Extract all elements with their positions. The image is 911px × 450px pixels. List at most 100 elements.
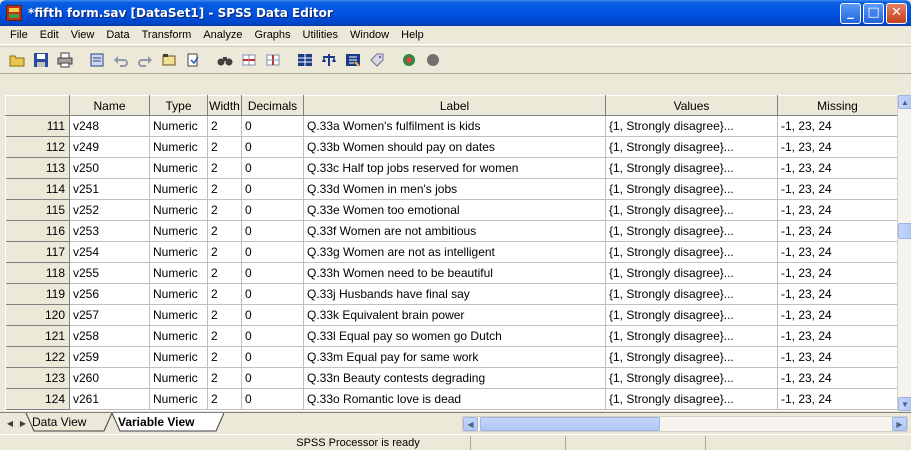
- cell-name[interactable]: v256: [69, 283, 150, 305]
- column-header-name[interactable]: Name: [69, 95, 150, 116]
- undo-icon[interactable]: [110, 50, 131, 70]
- cell-type[interactable]: Numeric: [149, 178, 208, 200]
- cell-name[interactable]: v253: [69, 220, 150, 242]
- redo-icon[interactable]: [134, 50, 155, 70]
- cell-values[interactable]: {1, Strongly disagree}...: [605, 262, 778, 284]
- menu-view[interactable]: View: [65, 29, 101, 41]
- dialog-recall-icon[interactable]: [86, 50, 107, 70]
- cell-width[interactable]: 2: [207, 325, 242, 347]
- cell-values[interactable]: {1, Strongly disagree}...: [605, 388, 778, 410]
- menu-help[interactable]: Help: [395, 29, 430, 41]
- cell-values[interactable]: {1, Strongly disagree}...: [605, 199, 778, 221]
- cell-values[interactable]: {1, Strongly disagree}...: [605, 115, 778, 137]
- insert-cases-icon[interactable]: [238, 50, 259, 70]
- row-number[interactable]: 115: [5, 199, 70, 221]
- cell-missing[interactable]: -1, 23, 24: [777, 325, 897, 347]
- row-number[interactable]: 120: [5, 304, 70, 326]
- row-number[interactable]: 111: [5, 115, 70, 137]
- cell-type[interactable]: Numeric: [149, 388, 208, 410]
- use-sets-icon[interactable]: [398, 50, 419, 70]
- cell-type[interactable]: Numeric: [149, 346, 208, 368]
- cell-width[interactable]: 2: [207, 367, 242, 389]
- scroll-left-arrow-icon[interactable]: ◀: [463, 417, 478, 431]
- row-number[interactable]: 124: [5, 388, 70, 410]
- corner-header[interactable]: [5, 95, 70, 116]
- row-number[interactable]: 112: [5, 136, 70, 158]
- cell-missing[interactable]: -1, 23, 24: [777, 283, 897, 305]
- maximize-button[interactable]: □: [863, 3, 884, 24]
- cell-values[interactable]: {1, Strongly disagree}...: [605, 220, 778, 242]
- cell-decimals[interactable]: 0: [241, 304, 304, 326]
- cell-values[interactable]: {1, Strongly disagree}...: [605, 325, 778, 347]
- print-icon[interactable]: [54, 50, 75, 70]
- cell-missing[interactable]: -1, 23, 24: [777, 262, 897, 284]
- cell-type[interactable]: Numeric: [149, 199, 208, 221]
- cell-values[interactable]: {1, Strongly disagree}...: [605, 367, 778, 389]
- cell-missing[interactable]: -1, 23, 24: [777, 346, 897, 368]
- insert-variable-icon[interactable]: [262, 50, 283, 70]
- cell-decimals[interactable]: 0: [241, 346, 304, 368]
- cell-name[interactable]: v254: [69, 241, 150, 263]
- cell-type[interactable]: Numeric: [149, 220, 208, 242]
- cell-label[interactable]: Q.33a Women's fulfilment is kids: [303, 115, 606, 137]
- cell-width[interactable]: 2: [207, 346, 242, 368]
- tab-data-view[interactable]: Data View: [32, 415, 86, 429]
- cell-values[interactable]: {1, Strongly disagree}...: [605, 178, 778, 200]
- cell-type[interactable]: Numeric: [149, 262, 208, 284]
- column-header-values[interactable]: Values: [605, 95, 778, 116]
- cell-values[interactable]: {1, Strongly disagree}...: [605, 241, 778, 263]
- cell-values[interactable]: {1, Strongly disagree}...: [605, 136, 778, 158]
- menu-transform[interactable]: Transform: [136, 29, 198, 41]
- row-number[interactable]: 113: [5, 157, 70, 179]
- horizontal-scroll-thumb[interactable]: [480, 417, 660, 431]
- cell-width[interactable]: 2: [207, 115, 242, 137]
- spss-app-icon[interactable]: [6, 5, 22, 21]
- vertical-scrollbar[interactable]: ▲ ▼: [897, 95, 911, 411]
- select-cases-icon[interactable]: [342, 50, 363, 70]
- cell-decimals[interactable]: 0: [241, 178, 304, 200]
- weight-cases-icon[interactable]: [318, 50, 339, 70]
- row-number[interactable]: 114: [5, 178, 70, 200]
- tab-variable-view[interactable]: Variable View: [118, 415, 195, 429]
- cell-label[interactable]: Q.33g Women are not as intelligent: [303, 241, 606, 263]
- vertical-scroll-thumb[interactable]: [898, 223, 911, 239]
- cell-type[interactable]: Numeric: [149, 157, 208, 179]
- row-number[interactable]: 118: [5, 262, 70, 284]
- cell-label[interactable]: Q.33o Romantic love is dead: [303, 388, 606, 410]
- cell-label[interactable]: Q.33m Equal pay for same work: [303, 346, 606, 368]
- cell-missing[interactable]: -1, 23, 24: [777, 199, 897, 221]
- menu-file[interactable]: File: [4, 29, 34, 41]
- column-header-missing[interactable]: Missing: [777, 95, 897, 116]
- cell-decimals[interactable]: 0: [241, 199, 304, 221]
- cell-decimals[interactable]: 0: [241, 283, 304, 305]
- cell-label[interactable]: Q.33h Women need to be beautiful: [303, 262, 606, 284]
- cell-missing[interactable]: -1, 23, 24: [777, 388, 897, 410]
- cell-name[interactable]: v255: [69, 262, 150, 284]
- column-header-type[interactable]: Type: [149, 95, 208, 116]
- cell-type[interactable]: Numeric: [149, 283, 208, 305]
- row-number[interactable]: 116: [5, 220, 70, 242]
- value-labels-icon[interactable]: [366, 50, 387, 70]
- cell-width[interactable]: 2: [207, 304, 242, 326]
- cell-values[interactable]: {1, Strongly disagree}...: [605, 346, 778, 368]
- cell-width[interactable]: 2: [207, 136, 242, 158]
- cell-type[interactable]: Numeric: [149, 136, 208, 158]
- open-folder-icon[interactable]: [6, 50, 27, 70]
- menu-data[interactable]: Data: [100, 29, 135, 41]
- find-binoculars-icon[interactable]: [214, 50, 235, 70]
- cell-decimals[interactable]: 0: [241, 220, 304, 242]
- column-header-label[interactable]: Label: [303, 95, 606, 116]
- cell-width[interactable]: 2: [207, 178, 242, 200]
- cell-decimals[interactable]: 0: [241, 367, 304, 389]
- row-number[interactable]: 119: [5, 283, 70, 305]
- cell-missing[interactable]: -1, 23, 24: [777, 136, 897, 158]
- scroll-down-arrow-icon[interactable]: ▼: [898, 397, 911, 411]
- column-header-width[interactable]: Width: [207, 95, 242, 116]
- cell-width[interactable]: 2: [207, 241, 242, 263]
- minimize-button[interactable]: _: [840, 3, 861, 24]
- cell-missing[interactable]: -1, 23, 24: [777, 241, 897, 263]
- cell-label[interactable]: Q.33f Women are not ambitious: [303, 220, 606, 242]
- cell-missing[interactable]: -1, 23, 24: [777, 304, 897, 326]
- column-header-decimals[interactable]: Decimals: [241, 95, 304, 116]
- variables-icon[interactable]: [182, 50, 203, 70]
